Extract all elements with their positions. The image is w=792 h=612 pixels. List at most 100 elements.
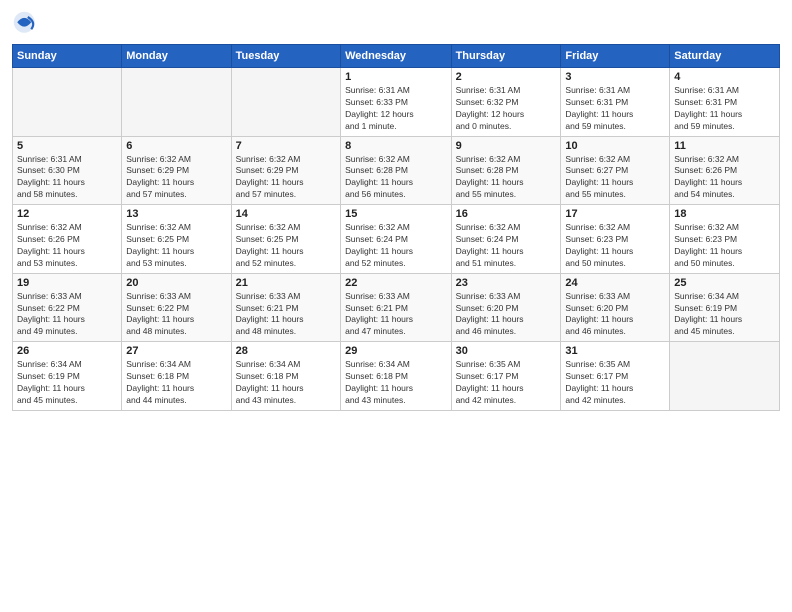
calendar-cell: 1 Sunrise: 6:31 AM Sunset: 6:33 PM Daylig… bbox=[341, 68, 451, 137]
calendar-cell: 25 Sunrise: 6:34 AM Sunset: 6:19 PM Dayli… bbox=[670, 273, 780, 342]
day-number: 14 bbox=[236, 208, 336, 220]
day-info: Sunrise: 6:34 AM Sunset: 6:19 PM Dayligh… bbox=[674, 291, 775, 339]
day-info: Sunrise: 6:32 AM Sunset: 6:24 PM Dayligh… bbox=[345, 222, 446, 270]
calendar-cell bbox=[231, 68, 340, 137]
day-number: 2 bbox=[456, 71, 557, 83]
day-number: 26 bbox=[17, 345, 117, 357]
calendar-cell: 26 Sunrise: 6:34 AM Sunset: 6:19 PM Dayli… bbox=[13, 342, 122, 411]
day-number: 18 bbox=[674, 208, 775, 220]
calendar-cell: 16Sunrise: 6:32 AM Sunset: 6:24 PM Dayli… bbox=[451, 205, 561, 274]
day-number: 9 bbox=[456, 140, 557, 152]
day-number: 10 bbox=[565, 140, 665, 152]
calendar-cell: 30 Sunrise: 6:35 AM Sunset: 6:17 PM Dayli… bbox=[451, 342, 561, 411]
weekday-header-sunday: Sunday bbox=[13, 45, 122, 68]
calendar-cell: 31 Sunrise: 6:35 AM Sunset: 6:17 PM Dayli… bbox=[561, 342, 670, 411]
day-info: Sunrise: 6:32 AM Sunset: 6:25 PM Dayligh… bbox=[126, 222, 226, 270]
day-number: 29 bbox=[345, 345, 446, 357]
day-info: Sunrise: 6:32 AM Sunset: 6:26 PM Dayligh… bbox=[674, 154, 775, 202]
day-info: Sunrise: 6:35 AM Sunset: 6:17 PM Dayligh… bbox=[456, 359, 557, 407]
calendar-cell: 3 Sunrise: 6:31 AM Sunset: 6:31 PM Daylig… bbox=[561, 68, 670, 137]
calendar-week-3: 19 Sunrise: 6:33 AM Sunset: 6:22 PM Dayli… bbox=[13, 273, 780, 342]
day-info: Sunrise: 6:31 AM Sunset: 6:31 PM Dayligh… bbox=[565, 85, 665, 133]
calendar-cell: 20Sunrise: 6:33 AM Sunset: 6:22 PM Dayli… bbox=[122, 273, 231, 342]
day-info: Sunrise: 6:32 AM Sunset: 6:23 PM Dayligh… bbox=[565, 222, 665, 270]
day-number: 12 bbox=[17, 208, 117, 220]
day-info: Sunrise: 6:35 AM Sunset: 6:17 PM Dayligh… bbox=[565, 359, 665, 407]
day-number: 13 bbox=[126, 208, 226, 220]
day-info: Sunrise: 6:31 AM Sunset: 6:31 PM Dayligh… bbox=[674, 85, 775, 133]
calendar-table: SundayMondayTuesdayWednesdayThursdayFrid… bbox=[12, 44, 780, 411]
weekday-header-tuesday: Tuesday bbox=[231, 45, 340, 68]
calendar-cell: 5 Sunrise: 6:31 AM Sunset: 6:30 PM Daylig… bbox=[13, 136, 122, 205]
calendar-cell: 21 Sunrise: 6:33 AM Sunset: 6:21 PM Dayli… bbox=[231, 273, 340, 342]
day-info: Sunrise: 6:32 AM Sunset: 6:24 PM Dayligh… bbox=[456, 222, 557, 270]
day-number: 24 bbox=[565, 277, 665, 289]
day-number: 5 bbox=[17, 140, 117, 152]
day-info: Sunrise: 6:32 AM Sunset: 6:23 PM Dayligh… bbox=[674, 222, 775, 270]
day-number: 4 bbox=[674, 71, 775, 83]
day-number: 15 bbox=[345, 208, 446, 220]
calendar-cell: 7Sunrise: 6:32 AM Sunset: 6:29 PM Daylig… bbox=[231, 136, 340, 205]
weekday-header-wednesday: Wednesday bbox=[341, 45, 451, 68]
day-number: 6 bbox=[126, 140, 226, 152]
day-info: Sunrise: 6:34 AM Sunset: 6:18 PM Dayligh… bbox=[236, 359, 336, 407]
calendar-header-row: SundayMondayTuesdayWednesdayThursdayFrid… bbox=[13, 45, 780, 68]
calendar-cell: 18 Sunrise: 6:32 AM Sunset: 6:23 PM Dayli… bbox=[670, 205, 780, 274]
calendar-cell: 6 Sunrise: 6:32 AM Sunset: 6:29 PM Daylig… bbox=[122, 136, 231, 205]
day-info: Sunrise: 6:34 AM Sunset: 6:18 PM Dayligh… bbox=[345, 359, 446, 407]
calendar-cell: 17Sunrise: 6:32 AM Sunset: 6:23 PM Dayli… bbox=[561, 205, 670, 274]
calendar-cell: 13 Sunrise: 6:32 AM Sunset: 6:25 PM Dayli… bbox=[122, 205, 231, 274]
weekday-header-thursday: Thursday bbox=[451, 45, 561, 68]
calendar-cell: 24 Sunrise: 6:33 AM Sunset: 6:20 PM Dayli… bbox=[561, 273, 670, 342]
calendar-cell: 9Sunrise: 6:32 AM Sunset: 6:28 PM Daylig… bbox=[451, 136, 561, 205]
calendar-cell: 29 Sunrise: 6:34 AM Sunset: 6:18 PM Dayli… bbox=[341, 342, 451, 411]
day-number: 19 bbox=[17, 277, 117, 289]
day-number: 25 bbox=[674, 277, 775, 289]
weekday-header-monday: Monday bbox=[122, 45, 231, 68]
weekday-header-friday: Friday bbox=[561, 45, 670, 68]
calendar-cell: 11 Sunrise: 6:32 AM Sunset: 6:26 PM Dayli… bbox=[670, 136, 780, 205]
calendar-cell: 19 Sunrise: 6:33 AM Sunset: 6:22 PM Dayli… bbox=[13, 273, 122, 342]
day-number: 11 bbox=[674, 140, 775, 152]
day-number: 3 bbox=[565, 71, 665, 83]
day-info: Sunrise: 6:32 AM Sunset: 6:25 PM Dayligh… bbox=[236, 222, 336, 270]
day-number: 8 bbox=[345, 140, 446, 152]
day-info: Sunrise: 6:32 AM Sunset: 6:29 PM Dayligh… bbox=[236, 154, 336, 202]
day-info: Sunrise: 6:32 AM Sunset: 6:26 PM Dayligh… bbox=[17, 222, 117, 270]
day-info: Sunrise: 6:33 AM Sunset: 6:22 PM Dayligh… bbox=[17, 291, 117, 339]
day-info: Sunrise: 6:31 AM Sunset: 6:30 PM Dayligh… bbox=[17, 154, 117, 202]
day-info: Sunrise: 6:34 AM Sunset: 6:18 PM Dayligh… bbox=[126, 359, 226, 407]
day-info: Sunrise: 6:33 AM Sunset: 6:20 PM Dayligh… bbox=[565, 291, 665, 339]
calendar-cell: 27Sunrise: 6:34 AM Sunset: 6:18 PM Dayli… bbox=[122, 342, 231, 411]
day-number: 22 bbox=[345, 277, 446, 289]
day-info: Sunrise: 6:34 AM Sunset: 6:19 PM Dayligh… bbox=[17, 359, 117, 407]
day-number: 28 bbox=[236, 345, 336, 357]
logo-icon bbox=[12, 10, 40, 38]
day-number: 31 bbox=[565, 345, 665, 357]
day-info: Sunrise: 6:33 AM Sunset: 6:21 PM Dayligh… bbox=[236, 291, 336, 339]
day-info: Sunrise: 6:32 AM Sunset: 6:29 PM Dayligh… bbox=[126, 154, 226, 202]
calendar-week-4: 26 Sunrise: 6:34 AM Sunset: 6:19 PM Dayli… bbox=[13, 342, 780, 411]
calendar-cell bbox=[670, 342, 780, 411]
day-number: 20 bbox=[126, 277, 226, 289]
day-info: Sunrise: 6:31 AM Sunset: 6:32 PM Dayligh… bbox=[456, 85, 557, 133]
calendar-cell: 28 Sunrise: 6:34 AM Sunset: 6:18 PM Dayli… bbox=[231, 342, 340, 411]
day-info: Sunrise: 6:32 AM Sunset: 6:28 PM Dayligh… bbox=[345, 154, 446, 202]
day-number: 21 bbox=[236, 277, 336, 289]
header bbox=[12, 10, 780, 38]
calendar-cell: 10 Sunrise: 6:32 AM Sunset: 6:27 PM Dayli… bbox=[561, 136, 670, 205]
calendar-week-0: 1 Sunrise: 6:31 AM Sunset: 6:33 PM Daylig… bbox=[13, 68, 780, 137]
day-info: Sunrise: 6:33 AM Sunset: 6:21 PM Dayligh… bbox=[345, 291, 446, 339]
day-number: 30 bbox=[456, 345, 557, 357]
logo bbox=[12, 10, 44, 38]
day-info: Sunrise: 6:33 AM Sunset: 6:20 PM Dayligh… bbox=[456, 291, 557, 339]
day-info: Sunrise: 6:32 AM Sunset: 6:27 PM Dayligh… bbox=[565, 154, 665, 202]
calendar-cell: 14 Sunrise: 6:32 AM Sunset: 6:25 PM Dayli… bbox=[231, 205, 340, 274]
calendar-cell bbox=[13, 68, 122, 137]
calendar-cell: 23Sunrise: 6:33 AM Sunset: 6:20 PM Dayli… bbox=[451, 273, 561, 342]
calendar-cell bbox=[122, 68, 231, 137]
weekday-header-saturday: Saturday bbox=[670, 45, 780, 68]
day-info: Sunrise: 6:31 AM Sunset: 6:33 PM Dayligh… bbox=[345, 85, 446, 133]
calendar-cell: 22 Sunrise: 6:33 AM Sunset: 6:21 PM Dayli… bbox=[341, 273, 451, 342]
day-number: 1 bbox=[345, 71, 446, 83]
